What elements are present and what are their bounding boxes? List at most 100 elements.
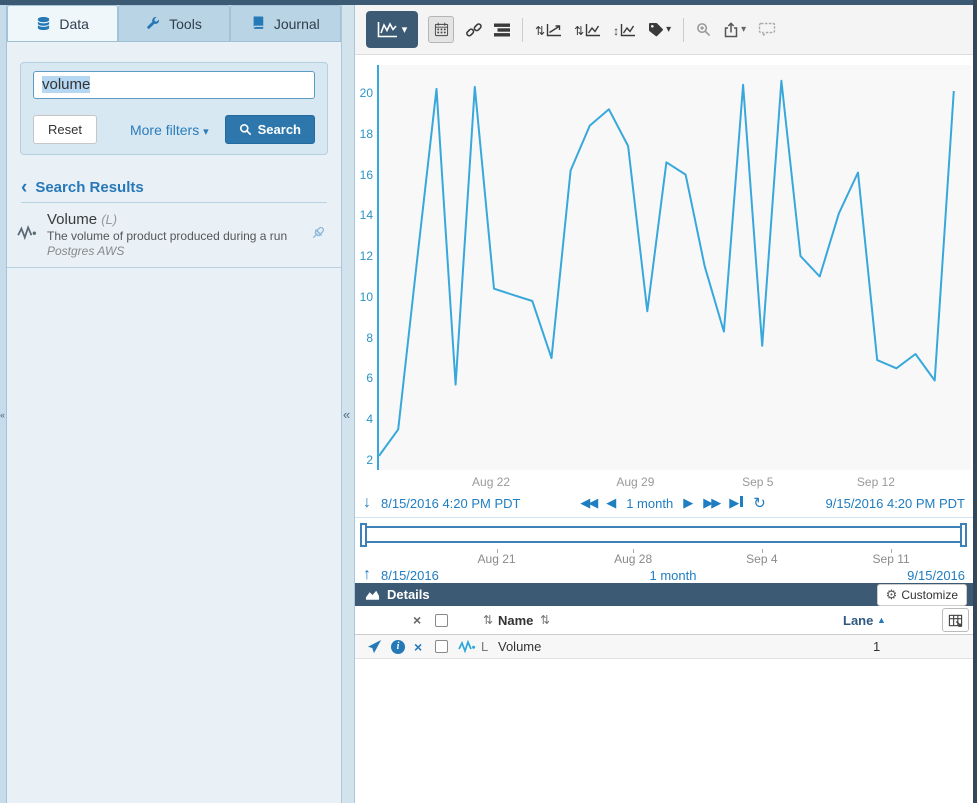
- investigate-range-start[interactable]: 8/15/2016: [381, 568, 439, 583]
- collapse-left-icon: «: [0, 410, 5, 420]
- slider-track[interactable]: [363, 526, 964, 543]
- export-icon: [723, 22, 739, 38]
- database-icon: [36, 16, 51, 31]
- one-axis-button[interactable]: ⇅: [574, 23, 601, 37]
- link-button[interactable]: [466, 22, 482, 38]
- view-select-button[interactable]: ▾: [366, 11, 418, 48]
- sort-icon[interactable]: ⇅: [483, 613, 493, 627]
- labels-button[interactable]: ▾: [648, 22, 671, 38]
- details-list-button[interactable]: [494, 23, 510, 37]
- investigate-range-duration[interactable]: 1 month: [650, 568, 697, 583]
- x-axis-label: Sep 5: [742, 475, 773, 489]
- navigate-to-signal-icon[interactable]: [367, 639, 382, 654]
- details-table-row[interactable]: i × L Volume 1: [355, 635, 973, 659]
- trend-toolbar: ▾ ⇅ ⇅ ↕ ▾: [355, 5, 973, 55]
- tab-data[interactable]: Data: [7, 5, 118, 41]
- chevron-down-icon: ▾: [203, 126, 209, 138]
- investigate-range-end[interactable]: 9/15/2016: [907, 568, 965, 583]
- magnifier-icon: [696, 22, 711, 37]
- refresh-button[interactable]: ↻: [753, 494, 766, 512]
- slider-handle-left[interactable]: [360, 523, 367, 547]
- chart-plot-area[interactable]: [377, 65, 971, 470]
- remove-all-button[interactable]: ×: [413, 612, 421, 628]
- tab-label: Tools: [169, 16, 202, 32]
- investigate-range-up-icon[interactable]: ↑: [363, 566, 371, 584]
- step-forward-button[interactable]: ▶: [683, 495, 693, 511]
- slider-handle-right[interactable]: [960, 523, 967, 547]
- search-input[interactable]: volume: [33, 71, 315, 99]
- tab-label: Data: [59, 16, 89, 32]
- display-range-duration[interactable]: 1 month: [626, 496, 673, 511]
- reset-button[interactable]: Reset: [33, 115, 97, 144]
- details-table-header: × ⇅ Name ⇅ Lane ▲: [355, 606, 973, 635]
- select-all-checkbox[interactable]: [435, 614, 448, 627]
- investigate-range-region: Aug 21Aug 28Sep 4Sep 11 ↑ 8/15/2016 1 mo…: [355, 517, 973, 583]
- pin-icon[interactable]: [310, 225, 327, 245]
- signal-icon: [17, 225, 39, 244]
- comment-bubble-icon: [758, 22, 776, 37]
- search-results-link[interactable]: ‹ Search Results: [21, 179, 327, 196]
- display-range-end[interactable]: 9/15/2016 4:20 PM PDT: [826, 496, 965, 511]
- investigate-range-down-icon[interactable]: ↓: [363, 494, 371, 512]
- calendar-icon: [434, 22, 449, 37]
- tab-tools[interactable]: Tools: [118, 5, 229, 41]
- x-axis-label: Aug 29: [616, 475, 654, 489]
- mini-chart-icon: [546, 23, 562, 37]
- area-chart-icon: [365, 589, 380, 601]
- sort-icon[interactable]: ⇅: [540, 613, 550, 627]
- search-button-label: Search: [258, 122, 301, 137]
- y-axis-label: 14: [355, 208, 373, 222]
- left-edge-collapse-strip[interactable]: «: [0, 5, 7, 803]
- info-icon[interactable]: i: [391, 640, 405, 654]
- result-meta: Volume (L) The volume of product produce…: [47, 211, 304, 258]
- wrench-icon: [146, 16, 161, 31]
- toolbar-separator: [683, 18, 684, 42]
- row-name: Volume: [498, 639, 541, 654]
- result-unit: (L): [101, 212, 117, 227]
- jump-forward-button[interactable]: ▶▶: [703, 495, 719, 511]
- search-result-item[interactable]: Volume (L) The volume of product produce…: [7, 203, 341, 268]
- name-column-header[interactable]: Name: [498, 613, 533, 628]
- add-column-button[interactable]: [942, 608, 969, 632]
- y-axis-label: 6: [355, 371, 373, 385]
- lane-column-header[interactable]: Lane ▲: [843, 613, 886, 628]
- tab-journal[interactable]: Journal: [230, 5, 341, 41]
- gears-icon: ⚙: [886, 587, 898, 603]
- jump-back-button[interactable]: ◀◀: [580, 495, 596, 511]
- volume-series-line[interactable]: [379, 81, 954, 456]
- chevron-down-icon: ▾: [666, 24, 671, 35]
- sidebar-tabs: Data Tools Journal: [7, 5, 341, 42]
- slider-tick-label: Sep 11: [873, 552, 910, 566]
- search-button[interactable]: Search: [225, 115, 315, 144]
- one-lane-button[interactable]: ⇅: [535, 23, 562, 37]
- display-range-start[interactable]: 8/15/2016 4:20 PM PDT: [381, 496, 520, 511]
- step-back-button[interactable]: ◀: [606, 495, 616, 511]
- signal-icon: [458, 640, 476, 654]
- export-button[interactable]: ▾: [723, 22, 746, 38]
- skip-to-now-button[interactable]: ▶: [729, 495, 743, 511]
- trend-chart[interactable]: 2468101214161820 Aug 22Aug 29Sep 5Sep 12: [355, 55, 973, 495]
- autoscale-button[interactable]: ↕: [613, 23, 636, 37]
- time-range-slider[interactable]: [360, 523, 967, 547]
- calendar-button[interactable]: [428, 16, 454, 43]
- sidebar-collapse-handle[interactable]: «: [341, 5, 355, 803]
- mini-chart-icon: [620, 23, 636, 37]
- back-chevron-icon: ‹: [21, 181, 27, 195]
- arrows-updown-icon: ⇅: [535, 25, 545, 37]
- chevron-down-icon: ▾: [741, 24, 746, 35]
- search-results-title: Search Results: [35, 179, 143, 196]
- annotate-button[interactable]: [758, 22, 776, 37]
- customize-label: Customize: [901, 588, 958, 602]
- table-add-icon: [948, 613, 963, 628]
- collapse-sidebar-icon: «: [343, 407, 350, 422]
- more-filters-link[interactable]: More filters ▾: [130, 122, 209, 138]
- time-navigation-row: ↓ 8/15/2016 4:20 PM PDT ◀◀ ◀ 1 month ▶ ▶…: [355, 492, 973, 514]
- customize-button[interactable]: ⚙ Customize: [877, 584, 967, 606]
- y-axis-label: 8: [355, 331, 373, 345]
- details-header: Details ⚙ Customize: [355, 583, 973, 606]
- zoom-button[interactable]: [696, 22, 711, 37]
- tag-icon: [648, 22, 664, 38]
- remove-row-button[interactable]: ×: [414, 639, 422, 655]
- y-axis-label: 18: [355, 127, 373, 141]
- row-checkbox[interactable]: [435, 640, 448, 653]
